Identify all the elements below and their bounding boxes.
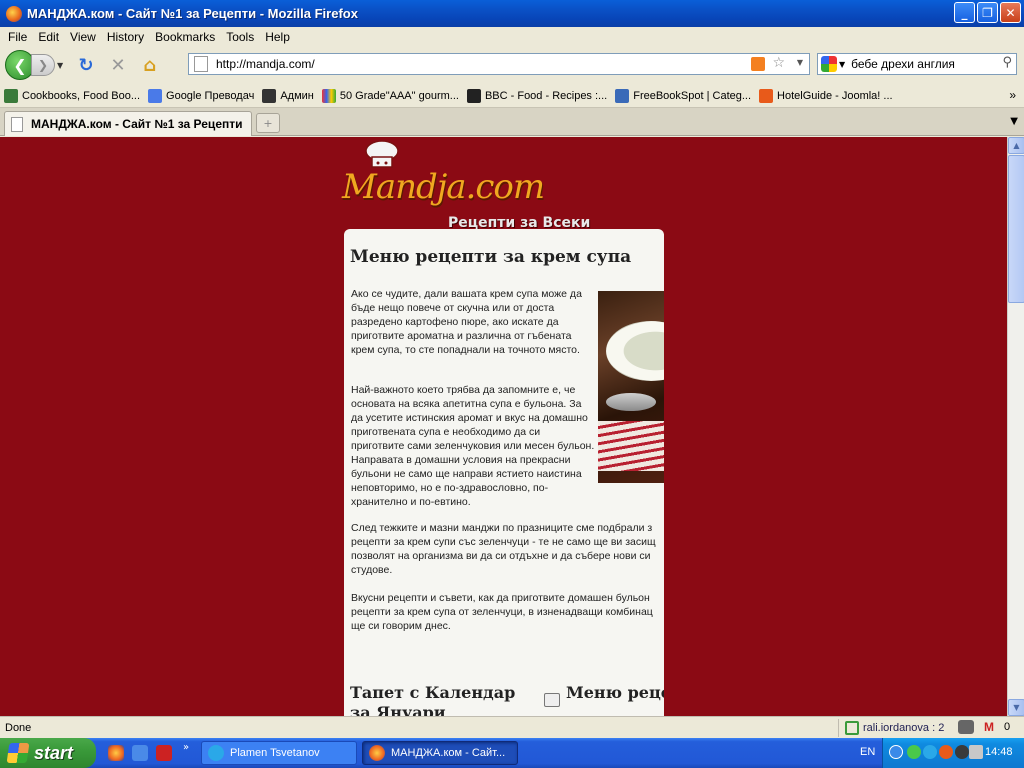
- tray-skype-icon[interactable]: [923, 745, 937, 759]
- page-viewport: Mandja.com Рецепти за Всеки Меню рецепти…: [0, 137, 1007, 716]
- bookmark-item[interactable]: FreeBookSpot | Categ...: [615, 88, 751, 103]
- article-paragraph: Най-важното което трябва да запомните е,…: [351, 384, 595, 508]
- account-indicator[interactable]: rali.iordanova : 2: [838, 719, 950, 737]
- firefox-quicklaunch-icon[interactable]: [108, 745, 124, 761]
- joomla-icon: [759, 88, 774, 103]
- tray-volume-icon[interactable]: [969, 745, 983, 759]
- related-article-link[interactable]: Тапет с Календар за Януари: [350, 683, 540, 716]
- home-account-icon: [845, 721, 859, 735]
- start-button[interactable]: start: [0, 738, 96, 768]
- book-icon: [615, 88, 630, 103]
- printer-icon[interactable]: [544, 693, 560, 707]
- cream-soup-image: [598, 291, 664, 483]
- gmail-count: 0: [1004, 721, 1011, 733]
- url-input[interactable]: [216, 57, 736, 71]
- rss-feed-icon[interactable]: [751, 57, 765, 71]
- article-title[interactable]: Меню рецепти за крем супа: [350, 247, 631, 267]
- status-text: Done: [5, 721, 32, 734]
- taskbar-button-skype[interactable]: Plamen Tsvetanov: [201, 741, 357, 765]
- translate-icon: [148, 88, 163, 103]
- forward-button[interactable]: ❯: [31, 54, 55, 76]
- restore-button[interactable]: ❐: [977, 2, 998, 23]
- skype-icon: [208, 745, 224, 761]
- bookmark-star-icon[interactable]: ☆: [772, 55, 785, 71]
- home-icon[interactable]: ⌂: [137, 52, 163, 78]
- scroll-down-button[interactable]: ▼: [1008, 699, 1024, 716]
- site-logo[interactable]: Mandja.com Рецепти за Всеки: [340, 139, 610, 231]
- window-title: МАНДЖА.ком - Сайт №1 за Рецепти - Mozill…: [27, 6, 358, 21]
- bookmark-item[interactable]: Админ: [262, 88, 314, 103]
- reload-icon[interactable]: ↻: [73, 52, 99, 78]
- bookmark-item[interactable]: HotelGuide - Joomla! ...: [759, 88, 893, 103]
- search-input[interactable]: [851, 57, 992, 71]
- new-tab-button[interactable]: +: [256, 113, 280, 133]
- addon-icon[interactable]: [958, 720, 974, 734]
- article-paragraph: Ако се чудите, дали вашата крем супа мож…: [351, 288, 582, 356]
- menu-view[interactable]: View: [66, 30, 103, 44]
- bookmarks-toolbar: Cookbooks, Food Boo... Google Преводач А…: [0, 84, 1024, 108]
- google-search-engine-icon[interactable]: [821, 56, 837, 72]
- url-dropdown-icon[interactable]: ▼: [797, 58, 803, 67]
- cookbook-icon: [4, 88, 18, 103]
- bookmark-item[interactable]: Cookbooks, Food Boo...: [4, 88, 140, 103]
- clock: 14:48: [985, 746, 1013, 758]
- menu-tools[interactable]: Tools: [222, 30, 261, 44]
- scroll-up-button[interactable]: ▲: [1008, 137, 1024, 154]
- bookmark-item[interactable]: BBC - Food - Recipes :...: [466, 88, 607, 103]
- minimize-button[interactable]: _: [954, 2, 975, 23]
- tab-mandja[interactable]: МАНДЖА.ком - Сайт №1 за Рецепти: [4, 111, 252, 136]
- windows-logo-icon: [6, 743, 30, 763]
- logo-text: Mandja.com: [342, 167, 545, 207]
- menu-bar: File Edit View History Bookmarks Tools H…: [0, 27, 1024, 46]
- related-article-link[interactable]: Меню рецепти огретен: [566, 683, 664, 703]
- status-bar: Done rali.iordanova : 2 M 0: [0, 716, 1024, 738]
- url-bar[interactable]: ☆ ▼: [188, 53, 810, 75]
- search-bar[interactable]: ▼ ⚲: [817, 53, 1017, 75]
- close-button[interactable]: ✕: [1000, 2, 1021, 23]
- search-engine-dropdown-icon[interactable]: ▼: [839, 60, 845, 69]
- scroll-thumb[interactable]: [1008, 155, 1024, 303]
- page-icon: [11, 116, 23, 132]
- gmail-icon[interactable]: M: [984, 720, 994, 734]
- firefox-icon: [369, 745, 385, 761]
- bookmark-item[interactable]: Google Преводач: [148, 88, 254, 103]
- menu-help[interactable]: Help: [261, 30, 297, 44]
- menu-history[interactable]: History: [103, 30, 151, 44]
- vertical-scrollbar[interactable]: ▲ ▼: [1007, 137, 1024, 716]
- quicklaunch-overflow[interactable]: »: [183, 742, 189, 753]
- bbc-icon: [466, 88, 481, 103]
- search-magnifier-icon[interactable]: ⚲: [1002, 55, 1012, 70]
- taskbar: start » Plamen Tsvetanov МАНДЖА.ком - Са…: [0, 738, 1024, 768]
- filezilla-quicklaunch-icon[interactable]: [156, 745, 172, 761]
- tray-network-icon[interactable]: [955, 745, 969, 759]
- tray-back-icon[interactable]: [889, 745, 903, 759]
- ebay-icon: [321, 88, 336, 103]
- navigation-toolbar: ❮ ❯ ▼ ↻ ✕ ⌂ ☆ ▼ ▼ ⚲: [0, 46, 1024, 84]
- tray-im-icon[interactable]: [907, 745, 921, 759]
- bookmarks-overflow-button[interactable]: »: [1009, 88, 1016, 102]
- menu-bookmarks[interactable]: Bookmarks: [151, 30, 222, 44]
- language-indicator[interactable]: EN: [860, 746, 875, 758]
- bookmark-item[interactable]: 50 Grade"AAA" gourm...: [321, 88, 459, 103]
- firefox-icon: [6, 5, 22, 22]
- taskbar-button-firefox[interactable]: МАНДЖА.ком - Сайт...: [362, 741, 518, 765]
- menu-file[interactable]: File: [4, 30, 34, 44]
- article-paragraph: Вкусни рецепти и съвети, как да приготви…: [351, 592, 653, 632]
- joomla-admin-icon: [262, 88, 277, 103]
- stop-icon[interactable]: ✕: [105, 52, 131, 78]
- title-bar: МАНДЖА.ком - Сайт №1 за Рецепти - Mozill…: [0, 0, 1024, 27]
- menu-edit[interactable]: Edit: [34, 30, 66, 44]
- system-tray: 14:48: [882, 738, 1024, 768]
- tray-firefox-icon[interactable]: [939, 745, 953, 759]
- history-dropdown-icon[interactable]: ▼: [57, 61, 67, 70]
- article-paragraph: След тежките и мазни манджи по празницит…: [351, 522, 656, 576]
- tab-bar: МАНДЖА.ком - Сайт №1 за Рецепти + ▼: [0, 108, 1024, 136]
- tab-label: МАНДЖА.ком - Сайт №1 за Рецепти: [31, 117, 243, 131]
- tab-list-icon[interactable]: ▼: [1010, 116, 1018, 127]
- ie-quicklaunch-icon[interactable]: [132, 745, 148, 761]
- page-icon: [194, 56, 208, 72]
- article-panel: Меню рецепти за крем супа Ако се чудите,…: [344, 229, 664, 716]
